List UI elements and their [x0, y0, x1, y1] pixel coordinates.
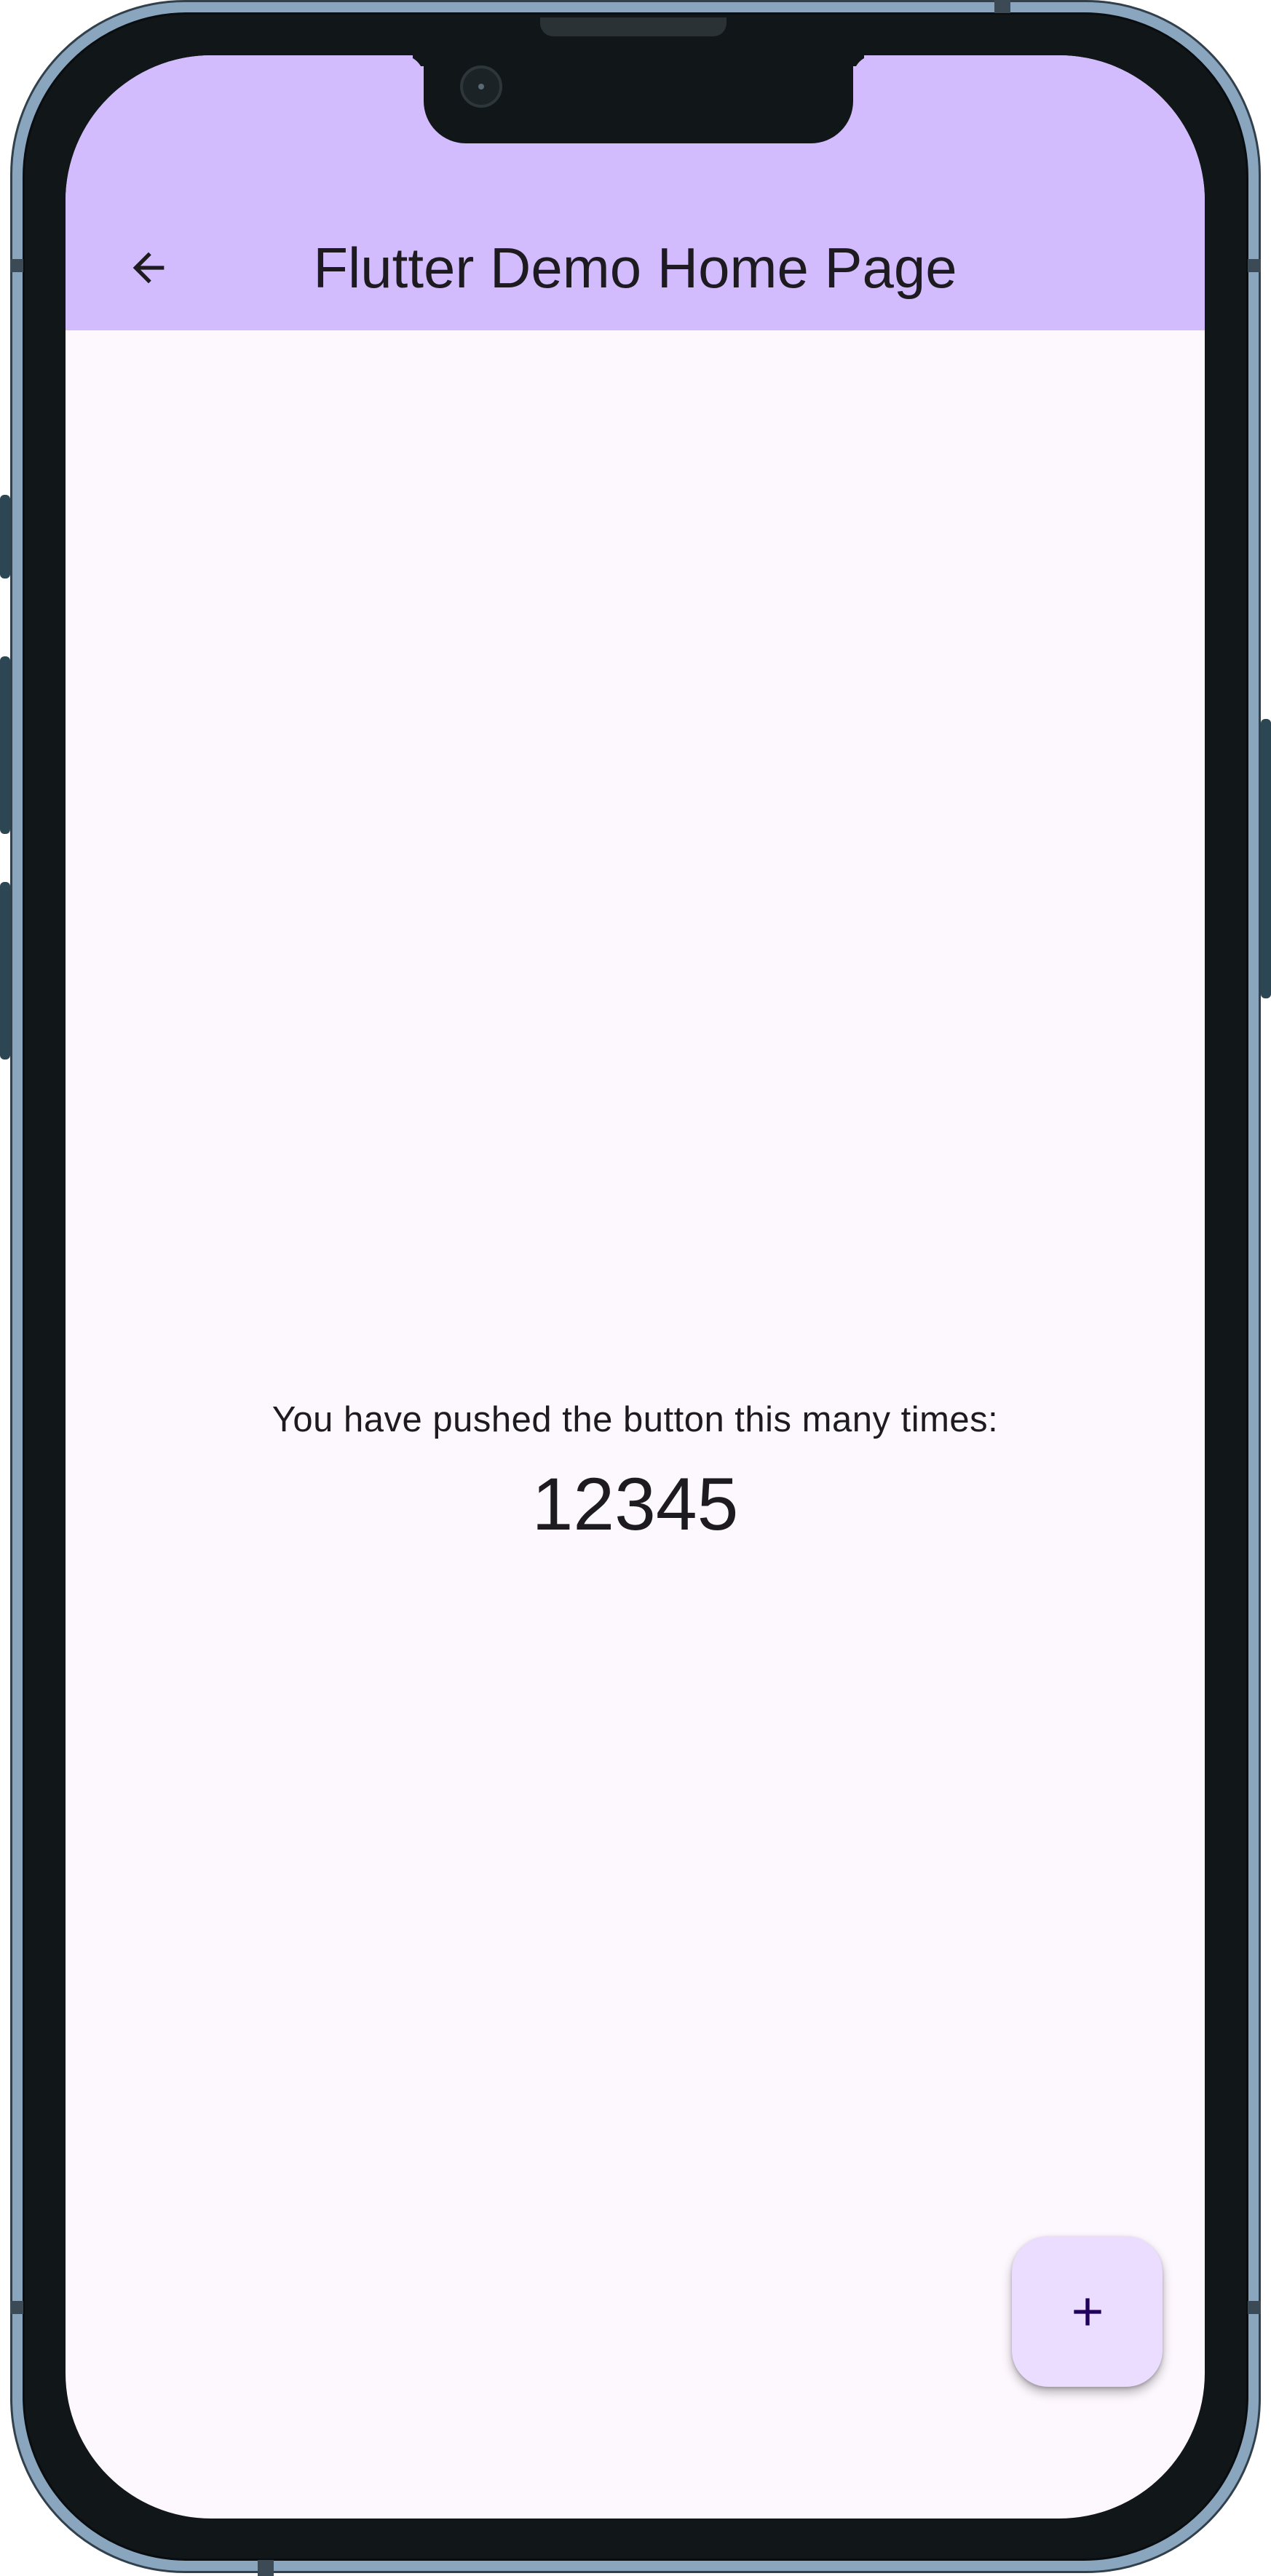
front-camera — [460, 65, 502, 108]
add-icon — [1073, 2297, 1101, 2326]
counter-caption: You have pushed the button this many tim… — [272, 1400, 999, 1439]
earpiece-speaker — [540, 17, 726, 36]
volume-down-button — [0, 882, 10, 1060]
volume-up-button — [0, 656, 10, 834]
silent-switch — [0, 495, 10, 579]
counter-value: 12345 — [531, 1463, 739, 1546]
app-screen: Flutter Demo Home Page You have pushed t… — [66, 55, 1205, 2519]
antenna-band — [10, 2301, 23, 2314]
antenna-band — [10, 259, 23, 272]
counter-section: You have pushed the button this many tim… — [66, 1394, 1205, 1551]
antenna-band — [1248, 259, 1261, 272]
antenna-band — [1248, 2301, 1261, 2314]
power-button — [1261, 719, 1271, 998]
increment-button[interactable] — [1012, 2236, 1163, 2387]
antenna-band — [258, 2560, 274, 2576]
antenna-band — [994, 0, 1010, 13]
page-title: Flutter Demo Home Page — [313, 236, 957, 300]
